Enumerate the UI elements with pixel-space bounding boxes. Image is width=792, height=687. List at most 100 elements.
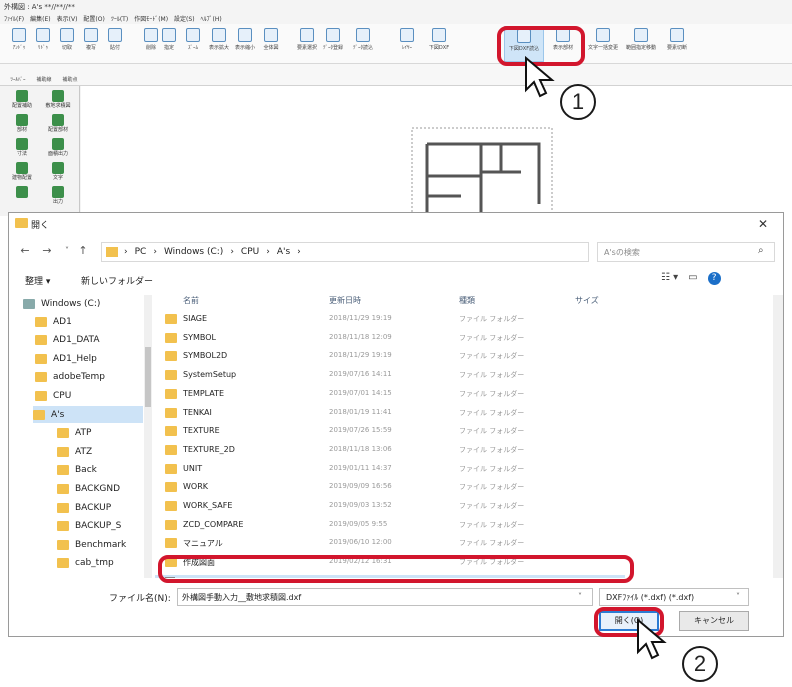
organize-button[interactable]: 整理 ▾ — [25, 274, 50, 287]
ribbon-button[interactable]: ﾃﾞｰﾀ読込 — [348, 26, 378, 62]
panel-tool[interactable]: 部材 — [4, 114, 40, 133]
file-name: マニュアル — [183, 539, 223, 549]
menu-item[interactable]: 配置(O) — [83, 14, 104, 23]
address-bar[interactable]: › PC › Windows (C:) › CPU › A's › ˅ ↻ — [101, 242, 675, 262]
nav-folder-item[interactable]: Benchmark — [57, 536, 126, 553]
file-name: TEXTURE — [183, 426, 220, 436]
nav-folder-item[interactable]: A's — [33, 406, 143, 423]
nav-folder-item[interactable]: AD1_DATA — [35, 332, 100, 349]
file-row[interactable]: TENKAI 2018/01/19 11:41 ファイル フォルダー — [155, 405, 755, 422]
menu-item[interactable]: 編集(E) — [30, 14, 50, 23]
file-type: ファイル フォルダー — [459, 408, 525, 417]
drawing-canvas[interactable] — [81, 86, 792, 219]
nav-folder-item[interactable]: BACKUP — [57, 499, 111, 516]
filetype-select[interactable]: DXFﾌｧｲﾙ (*.dxf) (*.dxf) ˅ — [599, 588, 749, 606]
file-row[interactable]: マニュアル 2019/06/10 12:00 ファイル フォルダー — [155, 535, 755, 552]
folder-icon — [57, 502, 69, 513]
cancel-button[interactable]: キャンセル — [679, 611, 749, 631]
breadcrumb-separator: › — [153, 247, 157, 257]
menu-item[interactable]: 作図ﾓｰﾄﾞ(M) — [134, 14, 168, 23]
nav-folder-item[interactable]: adobeTemp — [35, 369, 105, 386]
file-row[interactable]: WORK_SAFE 2019/09/03 13:52 ファイル フォルダー — [155, 498, 755, 515]
ribbon-button[interactable]: 要素切断 — [662, 26, 692, 62]
menu-item[interactable]: 表示(V) — [57, 14, 78, 23]
ribbon-button[interactable]: 貼付 — [100, 26, 130, 62]
scrollbar-thumb[interactable] — [145, 347, 151, 407]
breadcrumb[interactable]: › PC › Windows (C:) › CPU › A's › — [124, 247, 301, 257]
file-row[interactable]: SYMBOL 2018/11/18 12:09 ファイル フォルダー — [155, 330, 755, 347]
chevron-down-icon[interactable]: ˅ — [578, 592, 582, 601]
panel-tool[interactable]: 建物配置 — [4, 162, 40, 181]
nav-folder-item[interactable]: ATP — [57, 425, 91, 442]
toolbar-button[interactable]: ﾂｰﾙﾊﾞｰ — [4, 63, 32, 85]
list-scrollbar[interactable] — [773, 295, 783, 578]
forward-arrow-icon[interactable]: → — [39, 243, 55, 259]
panel-tool[interactable]: 寸法 — [4, 138, 40, 157]
breadcrumb-item[interactable]: Windows (C:) — [164, 247, 223, 257]
toolbar-button[interactable]: 補助線 — [30, 63, 58, 85]
ribbon-button[interactable]: 範囲指定移動 — [626, 26, 656, 62]
panel-tool[interactable]: 配置部材 — [40, 114, 76, 133]
file-row[interactable]: SYMBOL2D 2018/11/29 19:19 ファイル フォルダー — [155, 348, 755, 365]
panel-tool[interactable]: 文字 — [40, 162, 76, 181]
tool-icon — [212, 28, 226, 42]
ribbon-button[interactable]: 文字一括変更 — [588, 26, 618, 62]
panel-tool[interactable]: 配置補助 — [4, 90, 40, 109]
column-header-size[interactable]: サイズ — [575, 295, 599, 306]
file-row[interactable]: TEMPLATE 2019/07/01 14:15 ファイル フォルダー — [155, 386, 755, 403]
panel-tool-label: 建物配置 — [11, 175, 32, 181]
nav-folder-item[interactable]: CPU — [35, 387, 71, 404]
breadcrumb-item[interactable]: PC — [135, 247, 147, 257]
nav-item-drive[interactable]: Windows (C:) — [23, 295, 100, 312]
close-icon[interactable]: ✕ — [749, 215, 777, 233]
menu-item[interactable]: 設定(S) — [174, 14, 195, 23]
menu-item[interactable]: ﾍﾙﾌﾟ(H) — [201, 14, 222, 23]
column-header-name[interactable]: 名前 — [183, 295, 199, 306]
breadcrumb-separator: › — [230, 247, 234, 257]
new-folder-button[interactable]: 新しいフォルダー — [81, 274, 153, 287]
breadcrumb-item[interactable]: A's — [277, 247, 290, 257]
panel-tool[interactable]: 面積出力 — [40, 138, 76, 157]
ribbon-button[interactable]: 全体図 — [256, 26, 286, 62]
ribbon-button[interactable]: 下図DXF — [424, 26, 454, 62]
column-header-type[interactable]: 種類 — [459, 295, 475, 306]
preview-pane-icon[interactable]: ▭ — [688, 272, 697, 285]
tool-icon — [186, 28, 200, 42]
nav-folder-item[interactable]: AD1 — [35, 313, 72, 330]
file-row[interactable]: SystemSetup 2019/07/16 14:11 ファイル フォルダー — [155, 367, 755, 384]
nav-scrollbar[interactable] — [144, 295, 152, 578]
ribbon-button[interactable]: ﾃﾞｰﾀ登録 — [318, 26, 348, 62]
file-row[interactable]: TEXTURE 2019/07/26 15:59 ファイル フォルダー — [155, 423, 755, 440]
file-row[interactable]: SIAGE 2018/11/29 19:19 ファイル フォルダー — [155, 311, 755, 328]
search-input[interactable]: A'sの検索 ⌕ — [597, 242, 775, 262]
tool-icon — [60, 28, 74, 42]
nav-folder-item[interactable]: ATZ — [57, 443, 92, 460]
filename-input[interactable]: 外構図手動入力__敷地求積図.dxf ˅ — [177, 588, 593, 606]
panel-tool[interactable]: 出力 — [40, 186, 76, 205]
file-row[interactable]: WORK 2019/09/09 16:56 ファイル フォルダー — [155, 479, 755, 496]
nav-folder-item[interactable]: BACKUP_S — [57, 518, 121, 535]
breadcrumb-item[interactable]: CPU — [241, 247, 259, 257]
command-bar: 整理 ▾ 新しいフォルダー ☷ ▾ ▭ ? — [9, 269, 783, 293]
nav-folder-item[interactable]: Back — [57, 462, 97, 479]
file-row[interactable]: UNIT 2019/01/11 14:37 ファイル フォルダー — [155, 461, 755, 478]
view-options-icon[interactable]: ☷ ▾ — [661, 272, 678, 285]
up-arrow-icon[interactable]: ↑ — [75, 243, 91, 259]
ribbon-button[interactable]: ﾚｲﾔｰ — [392, 26, 422, 62]
help-icon[interactable]: ? — [707, 272, 721, 285]
back-arrow-icon[interactable]: ← — [17, 243, 33, 259]
nav-folder-item[interactable]: AD1_Help — [35, 350, 97, 367]
file-row[interactable]: TEXTURE_2D 2018/11/18 13:06 ファイル フォルダー — [155, 442, 755, 459]
column-header-date[interactable]: 更新日時 — [329, 295, 361, 306]
nav-item-label: BACKGND — [75, 483, 120, 494]
toolbar-button[interactable]: 補助点 — [56, 63, 84, 85]
tool-icon — [52, 114, 64, 126]
chevron-down-icon[interactable]: ˅ — [59, 243, 75, 259]
nav-folder-item[interactable]: BACKGND — [57, 480, 120, 497]
panel-tool[interactable]: 敷地求積図 — [40, 90, 76, 109]
menu-item[interactable]: ﾂｰﾙ(T) — [111, 14, 128, 23]
panel-tool[interactable] — [4, 186, 40, 198]
menu-item[interactable]: ﾌｧｲﾙ(F) — [4, 14, 24, 23]
nav-folder-item[interactable]: cab_tmp — [57, 555, 114, 572]
file-row[interactable]: ZCD_COMPARE 2019/09/05 9:55 ファイル フォルダー — [155, 517, 755, 534]
